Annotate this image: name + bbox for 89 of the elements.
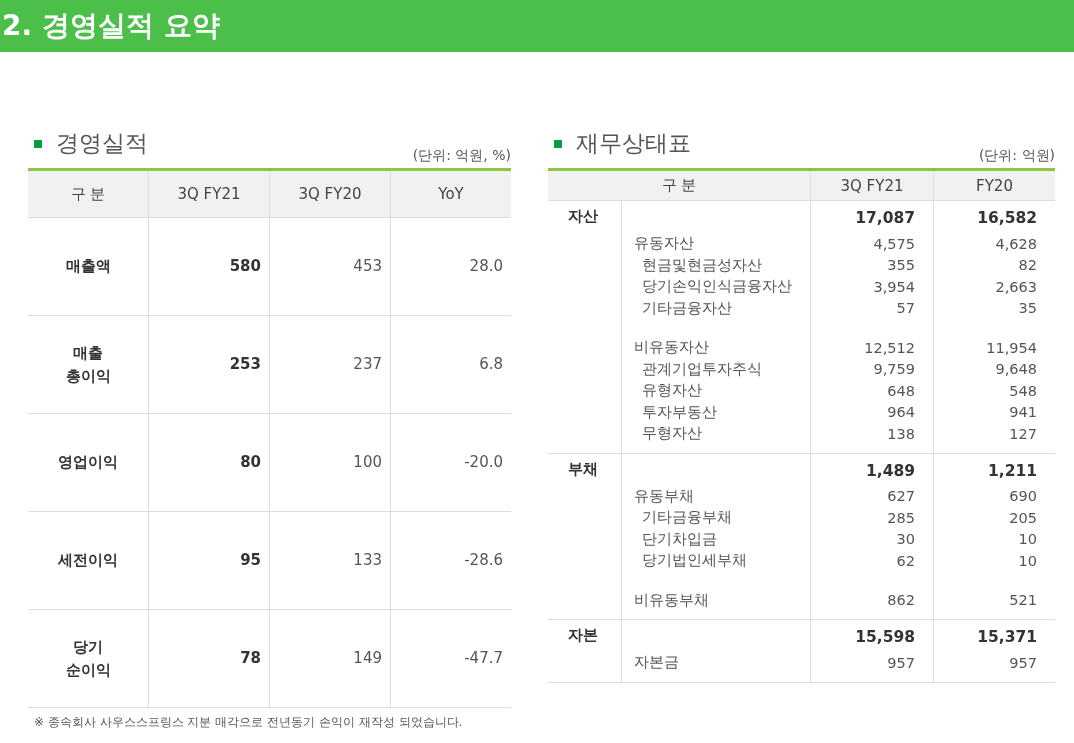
section-label: 자본: [548, 620, 621, 683]
section-title: 경영실적: [56, 129, 148, 158]
column-header: 구 분: [28, 171, 148, 218]
row-label: 현금및현금성자산: [641, 255, 763, 275]
row-label: 기타금융자산: [641, 298, 733, 318]
table-cell: 453: [269, 218, 390, 316]
table-cell: 149: [269, 610, 390, 708]
total-value: 1,489: [864, 460, 916, 482]
row-label: 세전이익: [28, 512, 148, 610]
table-cell-text: 862: [886, 591, 916, 611]
bullet-icon: [554, 139, 562, 148]
unit-label: (단위: 억원): [978, 147, 1055, 165]
table-cell-text: 205: [1008, 508, 1038, 528]
table-cell-text: 355: [886, 256, 916, 276]
table-cell-text: 12,512: [863, 338, 916, 358]
table-cell: 100: [269, 414, 390, 512]
table-cell-text: 957: [886, 653, 916, 673]
table-cell: 95: [148, 512, 269, 610]
table-cell-text: 138: [886, 424, 916, 444]
table-cell-text: 10: [1017, 530, 1038, 550]
table-cell-text: 127: [1008, 424, 1038, 444]
column-header: FY20: [933, 171, 1055, 201]
table-cell: -28.6: [390, 512, 511, 610]
table-cell: 237: [269, 316, 390, 414]
table-cell-text: 35: [1017, 299, 1038, 319]
total-value: 15,598: [854, 627, 916, 648]
table-cell-text: 57: [895, 299, 916, 319]
footnote: ※ 종속회사 사우스스프링스 지분 매각으로 전년동기 손익이 재작성 되었습니다.: [34, 714, 464, 731]
row-label: 투자부동산: [641, 402, 718, 422]
table-cell: 6.8: [390, 316, 511, 414]
table-cell-text: 4,628: [994, 234, 1038, 254]
table-cell-text: 2,663: [994, 277, 1038, 297]
section-label: 부채: [548, 453, 621, 620]
row-label: 기타금융부채: [641, 508, 733, 528]
total-value: 17,087: [854, 208, 916, 229]
column-header: 3Q FY21: [810, 171, 933, 201]
row-label: 자본금: [633, 653, 680, 673]
bullet-icon: [34, 139, 42, 148]
row-label: 당기 순이익: [28, 610, 148, 708]
column-header: 3Q FY21: [148, 171, 269, 218]
table-cell-text: 62: [895, 551, 916, 571]
table-cell-text: 548: [1008, 381, 1038, 401]
row-label: 당기법인세부채: [641, 551, 748, 571]
table-cell-text: 4,575: [872, 234, 916, 254]
table-cell-text: 521: [1008, 591, 1038, 611]
row-label: 관계기업투자주식: [641, 359, 763, 379]
table-cell-text: 30: [895, 530, 916, 550]
table-cell-text: 941: [1008, 403, 1038, 423]
table-cell: 580: [148, 218, 269, 316]
table-cell-text: 285: [886, 508, 916, 528]
table-cell-text: 11,954: [985, 338, 1038, 358]
row-label: 영업이익: [28, 414, 148, 512]
row-label: 비유동부채: [633, 590, 710, 610]
row-label: 매출액: [28, 218, 148, 316]
row-label: 당기손익인식금융자산: [641, 277, 793, 297]
row-label: 매출 총이익: [28, 316, 148, 414]
table-cell-text: 10: [1017, 551, 1038, 571]
table-cell: -47.7: [390, 610, 511, 708]
total-value: 15,371: [976, 627, 1038, 648]
section-label: 자산: [548, 201, 621, 454]
column-header: 3Q FY20: [269, 171, 390, 218]
table-cell-text: 627: [886, 487, 916, 507]
table-cell-text: 964: [886, 403, 916, 423]
table-cell-text: 9,648: [994, 360, 1038, 380]
unit-label: (단위: 억원, %): [412, 147, 511, 165]
section-title: 재무상태표: [576, 129, 691, 158]
row-label: 무형자산: [641, 424, 703, 444]
total-value: 16,582: [976, 208, 1038, 229]
table-cell: 253: [148, 316, 269, 414]
row-label: 단기차입금: [641, 529, 718, 549]
table-cell-text: 957: [1008, 653, 1038, 673]
column-header: YoY: [390, 171, 511, 218]
table-cell: 78: [148, 610, 269, 708]
table-cell-text: 648: [886, 381, 916, 401]
row-label: 유형자산: [641, 381, 703, 401]
table-cell: 28.0: [390, 218, 511, 316]
row-label: 비유동자산: [633, 338, 710, 358]
table-cell-text: 690: [1008, 487, 1038, 507]
column-header: 구 분: [548, 171, 810, 201]
total-value: 1,211: [986, 460, 1038, 482]
table-cell: 80: [148, 414, 269, 512]
page-title: 2. 경영실적 요약: [1, 8, 220, 44]
table-cell-text: 82: [1017, 256, 1038, 276]
row-label: 유동부채: [633, 486, 695, 506]
row-label: 유동자산: [633, 234, 695, 254]
table-cell: -20.0: [390, 414, 511, 512]
table-cell-text: 9,759: [872, 360, 916, 380]
table-cell-text: 3,954: [872, 277, 916, 297]
table-cell: 133: [269, 512, 390, 610]
